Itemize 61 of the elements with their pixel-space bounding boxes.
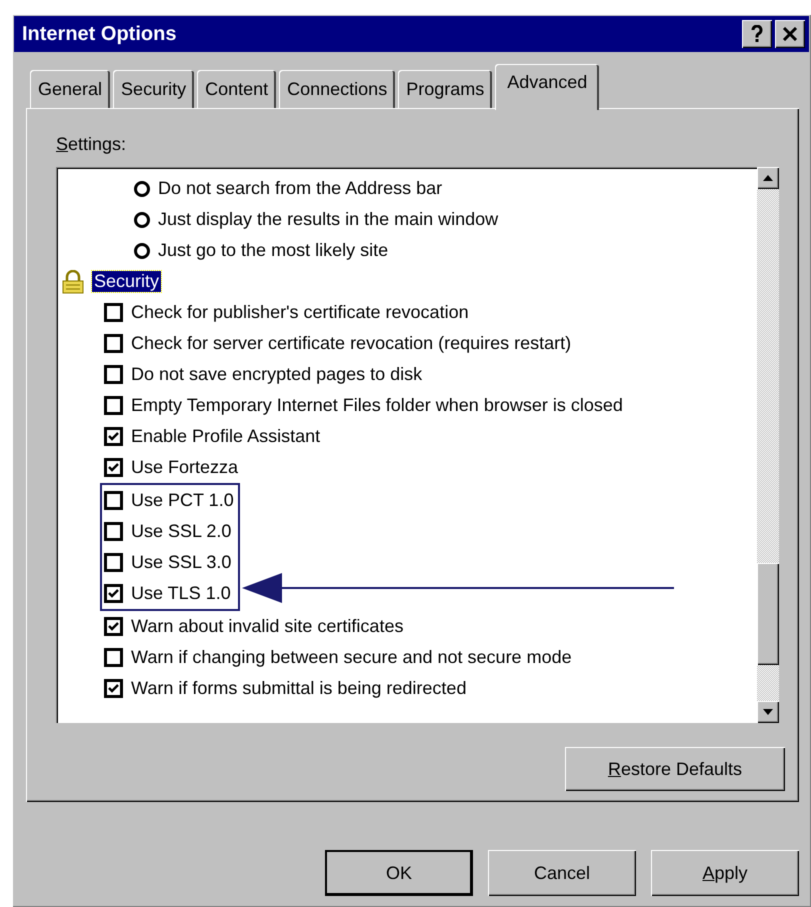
checkbox[interactable] xyxy=(104,584,123,603)
radio-button[interactable] xyxy=(134,242,150,258)
setting-label: Do not save encrypted pages to disk xyxy=(131,364,422,385)
tab[interactable]: Security xyxy=(113,70,194,108)
checkbox[interactable] xyxy=(104,396,123,415)
setting-label: Do not search from the Address bar xyxy=(158,178,442,199)
check-icon xyxy=(108,684,119,694)
setting-label: Warn if changing between secure and not secure mode xyxy=(131,647,572,668)
question-mark-icon xyxy=(751,25,763,43)
restore-defaults-button[interactable]: Restore Defaults xyxy=(565,747,785,791)
scrollbar[interactable] xyxy=(757,167,779,723)
scroll-thumb[interactable] xyxy=(757,563,779,665)
tab[interactable]: Content xyxy=(197,70,276,108)
radio-button[interactable] xyxy=(134,212,150,228)
up-arrow-icon xyxy=(763,175,773,181)
checkbox[interactable] xyxy=(104,553,123,572)
setting-label: Just go to the most likely site xyxy=(158,240,388,261)
setting-label: Empty Temporary Internet Files folder when browser is closed xyxy=(131,395,623,416)
dialog-button[interactable]: Apply xyxy=(651,850,799,896)
checkbox[interactable] xyxy=(104,303,123,322)
scroll-down-button[interactable] xyxy=(757,701,779,723)
checkbox[interactable] xyxy=(104,458,123,477)
close-button[interactable] xyxy=(775,20,805,48)
tab[interactable]: General xyxy=(30,70,110,108)
checkbox[interactable] xyxy=(104,522,123,541)
checkbox[interactable] xyxy=(104,334,123,353)
setting-label: Use PCT 1.0 xyxy=(131,490,234,511)
setting-label: Warn if forms submittal is being redirected xyxy=(131,678,466,699)
tab[interactable]: Advanced xyxy=(495,64,600,110)
radio-button[interactable] xyxy=(134,180,150,196)
checkbox[interactable] xyxy=(104,491,123,510)
setting-label: Use Fortezza xyxy=(131,457,238,478)
checkbox[interactable] xyxy=(104,365,123,384)
setting-label: Warn about invalid site certificates xyxy=(131,616,404,637)
setting-label: Use SSL 2.0 xyxy=(131,521,232,542)
setting-label: Use SSL 3.0 xyxy=(131,552,232,573)
help-button[interactable] xyxy=(742,20,772,48)
window-title: Internet Options xyxy=(22,22,178,46)
check-icon xyxy=(108,622,119,632)
check-icon xyxy=(108,588,119,598)
dialog-button[interactable]: Cancel xyxy=(488,850,636,896)
padlock-icon xyxy=(62,270,84,294)
checkbox[interactable] xyxy=(104,679,123,698)
category-label[interactable]: Security xyxy=(92,271,162,292)
down-arrow-icon xyxy=(763,709,773,715)
setting-label: Check for server certificate revocation (requires restart) xyxy=(131,333,572,354)
settings-label: Settings: xyxy=(56,134,126,155)
dialog-button[interactable]: OK xyxy=(325,850,473,896)
tab[interactable]: Connections xyxy=(279,70,396,108)
checkbox[interactable] xyxy=(104,427,123,446)
tab[interactable]: Programs xyxy=(398,70,492,108)
check-icon xyxy=(108,432,119,442)
setting-label: Just display the results in the main window xyxy=(158,209,498,230)
setting-label: Check for publisher's certificate revocation xyxy=(131,302,469,323)
checkbox[interactable] xyxy=(104,617,123,636)
check-icon xyxy=(108,462,119,472)
setting-label: Use TLS 1.0 xyxy=(131,583,231,604)
scroll-up-button[interactable] xyxy=(757,167,779,189)
checkbox[interactable] xyxy=(104,648,123,667)
close-icon xyxy=(782,27,798,41)
setting-label: Enable Profile Assistant xyxy=(131,426,320,447)
